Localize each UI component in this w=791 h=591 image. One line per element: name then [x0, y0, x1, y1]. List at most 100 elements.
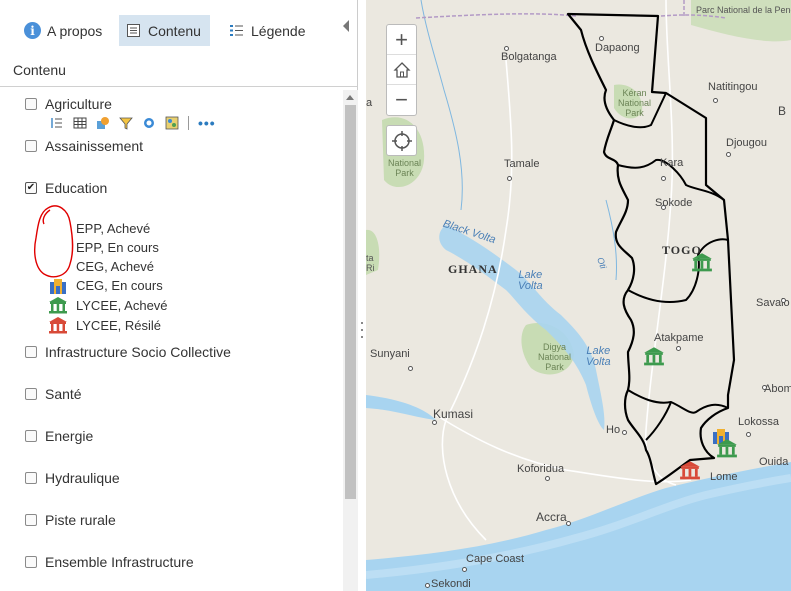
city-marker	[425, 583, 430, 588]
city-marker	[599, 36, 604, 41]
tab-content[interactable]: Contenu	[119, 15, 210, 46]
layer-infrastructure-socio[interactable]: Infrastructure Socio Collective	[25, 344, 231, 360]
app-window: i A propos Contenu Légende Contenu Agric…	[0, 0, 791, 591]
legend-item: LYCEE, Achevé	[76, 298, 168, 313]
map-label-dapaong: Dapaong	[595, 42, 640, 54]
highschool-complete-icon[interactable]	[691, 252, 713, 272]
layer-assainissement[interactable]: Assainissement	[25, 138, 143, 154]
city-marker	[762, 385, 767, 390]
layer-label: Ensemble Infrastructure	[45, 554, 194, 570]
layer-label: Infrastructure Socio Collective	[45, 344, 231, 360]
info-icon: i	[24, 22, 41, 39]
legend-item: LYCEE, Résilé	[76, 318, 162, 333]
map-label-lokossa: Lokossa	[738, 416, 779, 428]
city-marker	[622, 430, 627, 435]
map-label-atakpame: Atakpame	[654, 332, 704, 344]
scrollbar[interactable]	[343, 90, 358, 591]
divider	[0, 86, 357, 87]
map-label-pendjari: Parc National de la Pendjari	[696, 5, 791, 15]
symbol-icon[interactable]	[96, 116, 110, 130]
layer-checkbox[interactable]	[25, 514, 37, 526]
collapse-panel-icon[interactable]	[343, 20, 349, 32]
map-label-tamale: Tamale	[504, 158, 540, 170]
filter-icon[interactable]	[119, 116, 133, 130]
layer-label: Energie	[45, 428, 94, 444]
layer-energie[interactable]: Energie	[25, 428, 93, 444]
highschool-cancelled-icon[interactable]	[679, 460, 701, 480]
city-marker	[432, 420, 437, 425]
home-button[interactable]	[387, 55, 416, 85]
tab-legend[interactable]: Légende	[222, 15, 312, 46]
map-label-sunyani: Sunyani	[370, 348, 410, 360]
map-label-sekondi: Sekondi	[431, 578, 471, 590]
layer-hydraulique[interactable]: Hydraulique	[25, 470, 120, 486]
zoom-in-button[interactable]: +	[387, 25, 416, 55]
map-label-koforidua: Koforidua	[517, 463, 565, 475]
layer-checkbox[interactable]	[25, 140, 37, 152]
layer-agriculture[interactable]: Agriculture	[25, 96, 112, 112]
map-label-lake-volta-1: Lake Volta	[518, 269, 543, 292]
tab-about-label: A propos	[47, 22, 103, 39]
locate-button[interactable]	[386, 125, 417, 156]
map-label-edge-b: B	[778, 104, 787, 118]
map-label-edge-a: a	[366, 97, 373, 109]
map-label-keran: Kéran National Park	[618, 88, 652, 118]
highschool-cancelled-icon	[49, 317, 67, 334]
sort-icon[interactable]	[50, 116, 64, 130]
scrollbar-thumb[interactable]	[345, 105, 356, 499]
tab-about[interactable]: i A propos	[18, 15, 108, 46]
map-label-lome: Lome	[710, 471, 738, 483]
layer-label: Education	[45, 180, 108, 196]
layer-checkbox[interactable]	[25, 98, 37, 110]
home-icon	[392, 61, 411, 78]
map-label-ghana: GHANA	[448, 262, 498, 276]
table-icon[interactable]	[73, 116, 87, 130]
layer-label: Agriculture	[45, 96, 112, 112]
cluster-icon[interactable]	[142, 116, 156, 130]
map-label-accra: Accra	[536, 510, 567, 524]
crosshair-icon	[391, 130, 412, 151]
layer-ensemble-infrastructure[interactable]: Ensemble Infrastructure	[25, 554, 194, 570]
legend-list-icon	[228, 22, 245, 39]
layer-education[interactable]: ✔ Education	[25, 180, 107, 196]
map-label-national-park: National Park	[388, 158, 422, 178]
scroll-up-arrow[interactable]	[346, 95, 354, 100]
layer-sante[interactable]: Santé	[25, 386, 82, 402]
layer-checkbox-checked[interactable]: ✔	[25, 182, 37, 194]
highschool-complete-icon[interactable]	[716, 438, 738, 458]
highschool-complete-icon	[49, 297, 67, 314]
map-label-cape-coast: Cape Coast	[466, 553, 525, 565]
map-view[interactable]: Parc National de la Pendjari Dapaong Bol…	[366, 0, 791, 591]
city-marker	[408, 366, 413, 371]
zoom-out-button[interactable]: −	[387, 85, 416, 115]
layer-checkbox[interactable]	[25, 388, 37, 400]
layer-label: Hydraulique	[45, 470, 120, 486]
red-annotation-scribble	[34, 205, 74, 278]
city-marker	[504, 46, 509, 51]
tab-content-label: Contenu	[148, 22, 201, 39]
layer-checkbox[interactable]	[25, 472, 37, 484]
city-marker	[726, 152, 731, 157]
layer-checkbox[interactable]	[25, 556, 37, 568]
layer-checkbox[interactable]	[25, 346, 37, 358]
zoom-controls: + −	[386, 24, 417, 116]
city-marker	[566, 521, 571, 526]
panel-splitter-handle[interactable]	[361, 322, 364, 338]
highschool-complete-icon[interactable]	[643, 346, 665, 366]
side-panel: i A propos Contenu Légende Contenu Agric…	[0, 0, 358, 591]
map-label-bolgatanga: Bolgatanga	[501, 51, 557, 63]
map-style-icon[interactable]	[165, 116, 179, 130]
layer-label: Assainissement	[45, 138, 144, 154]
layer-piste-rurale[interactable]: Piste rurale	[25, 512, 116, 528]
layer-label: Santé	[45, 386, 82, 402]
layer-checkbox[interactable]	[25, 430, 37, 442]
city-marker	[713, 98, 718, 103]
panel-tabbar: i A propos Contenu Légende	[0, 0, 358, 52]
more-options-icon[interactable]: •••	[198, 116, 216, 130]
map-label-edge-tarin: ta Ri	[366, 253, 375, 273]
map-label-ho: Ho	[606, 424, 621, 436]
legend-item: CEG, En cours	[76, 278, 163, 293]
legend-item: EPP, En cours	[76, 240, 159, 255]
layer-toolbar: •••	[50, 116, 216, 130]
content-list-icon	[125, 22, 142, 39]
